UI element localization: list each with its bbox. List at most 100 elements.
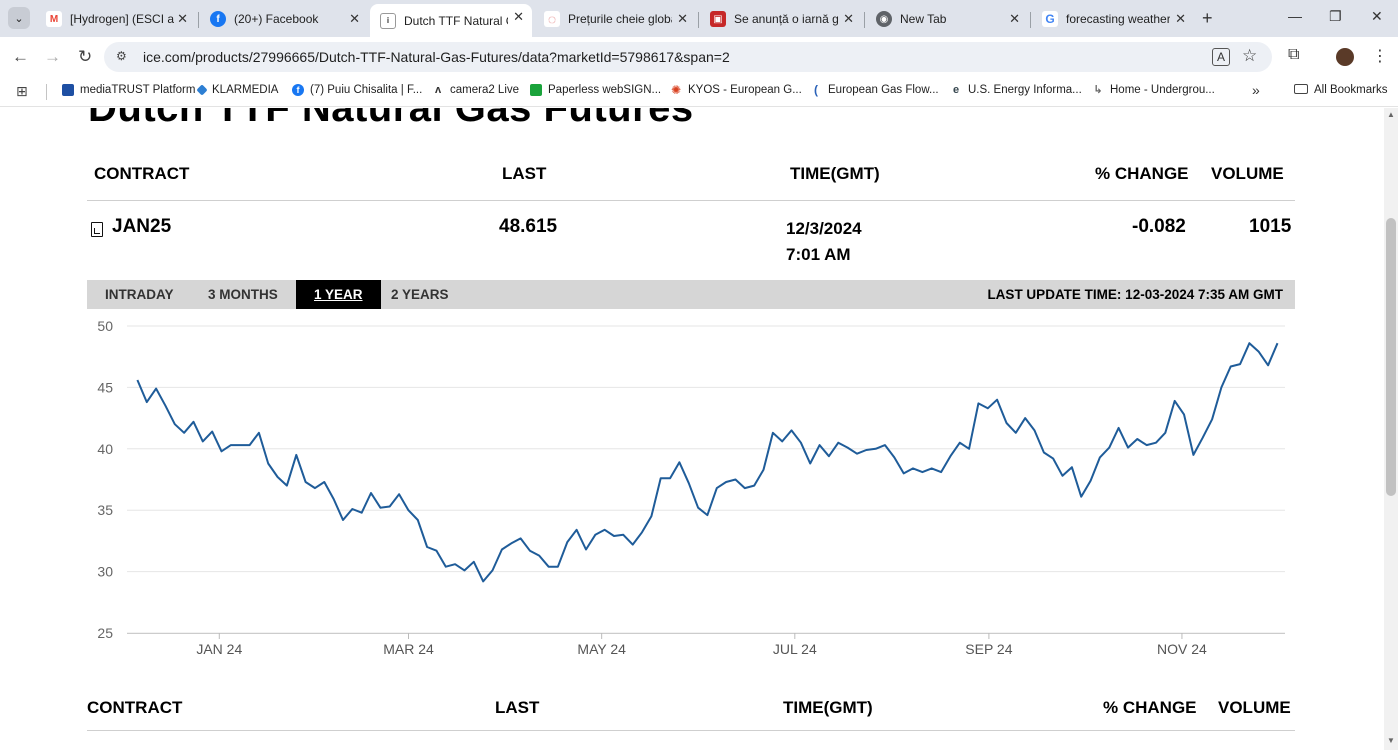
websign-icon [530,84,542,96]
price-series-line[interactable] [136,342,1279,583]
mediatrust-icon [62,84,74,96]
close-window-icon[interactable]: ✕ [1371,8,1383,25]
close-icon[interactable]: ✕ [677,11,688,27]
news-icon: ▣ [710,11,726,27]
address-bar[interactable]: ⚙ ice.com/products/27996665/Dutch-TTF-Na… [104,42,1272,72]
bookmark-star-icon[interactable]: ☆ [1242,46,1257,66]
scroll-up-icon[interactable]: ▲ [1387,110,1395,119]
trade-date: 12/3/2024 [786,219,862,238]
bookmark-underground[interactable]: ↳ Home - Undergrou... [1092,84,1214,96]
table-row[interactable]: JAN25 48.615 12/3/2024 7:01 AM -0.082 10… [87,200,1295,280]
document-chart-icon[interactable] [91,222,103,237]
bookmark-mediatrust[interactable]: mediaTRUST Platform [62,84,195,96]
all-bookmarks-button[interactable]: All Bookmarks [1294,84,1388,96]
underground-icon: ↳ [1093,84,1103,96]
gas-flow-icon: ( [814,83,818,97]
table-header-bottom: CONTRACT LAST TIME(GMT) % CHANGE VOLUME [87,680,1295,732]
col-volume: VOLUME [1218,698,1291,717]
tab-facebook[interactable]: f (20+) Facebook ✕ [200,6,368,32]
extensions-icon[interactable]: ⧉ [1288,46,1299,64]
contract-name[interactable]: JAN25 [112,216,171,238]
tab-dutch-ttf[interactable]: i Dutch TTF Natural G ✕ [370,4,532,37]
page-content: Dutch TTF Natural Gas Futures CONTRACT L… [0,108,1384,750]
tab-forecasting[interactable]: G forecasting weather ✕ [1032,6,1194,32]
percent-change: -0.082 [1132,216,1186,237]
tab-title: Se anunță o iarnă gre [734,12,838,26]
apps-grid-icon[interactable]: ⊞ [16,83,28,100]
range-intraday[interactable]: INTRADAY [87,280,192,309]
tab-gmail[interactable]: M [Hydrogen] (ESCI and ✕ [36,6,196,32]
page-scrollbar[interactable]: ▲ ▼ [1384,108,1398,750]
bookmark-eia[interactable]: e U.S. Energy Informa... [950,84,1082,96]
kebab-menu-icon[interactable]: ⋮ [1372,46,1388,66]
google-icon: G [1042,11,1058,27]
restore-icon[interactable]: ❐ [1329,8,1342,25]
eia-icon: e [952,84,960,96]
ice-icon: i [380,12,396,29]
scrollbar-thumb[interactable] [1386,218,1396,496]
tab-preturile[interactable]: ◌ Prețurile cheie globa ✕ [534,6,696,32]
kyos-icon: ✺ [670,83,682,97]
trade-clock: 7:01 AM [786,245,851,264]
col-contract: CONTRACT [94,164,190,183]
back-icon[interactable]: ← [12,47,29,67]
close-icon[interactable]: ✕ [1009,11,1020,27]
col-time: TIME(GMT) [790,164,880,183]
translate-icon[interactable]: A [1212,48,1230,66]
tab-title: (20+) Facebook [234,12,319,26]
y-tick-label: 40 [97,441,113,457]
tab-title: [Hydrogen] (ESCI and [70,12,174,26]
bookmark-paperless-websign[interactable]: Paperless webSIGN... [530,84,661,96]
tab-title: New Tab [900,12,947,26]
volume-value: 1015 [1249,216,1292,237]
range-2-years[interactable]: 2 YEARS [373,280,467,309]
tab-title: Dutch TTF Natural G [404,13,508,28]
minimize-icon[interactable]: — [1288,8,1302,24]
y-tick-label: 45 [97,379,113,395]
tab-new-tab[interactable]: ◉ New Tab ✕ [866,6,1028,32]
gmail-icon: M [46,11,62,27]
tab-search-button[interactable]: ⌄ [8,7,30,29]
new-tab-button[interactable]: + [1202,8,1213,29]
col-volume: VOLUME [1211,164,1284,183]
price-chart[interactable]: 25 30 35 40 45 50 JAN 24 MAR 24 MAY 24 JUL 24 SEP … [87,313,1297,673]
range-3-months[interactable]: 3 MONTHS [190,280,296,309]
col-last: LAST [502,164,547,183]
reload-icon[interactable]: ↻ [78,47,92,67]
x-tick-label: JAN 24 [196,641,242,657]
range-selector: INTRADAY 3 MONTHS 1 YEAR 2 YEARS LAST UP… [87,280,1295,309]
bookmark-klarmedia[interactable]: KLARMEDIA [196,84,278,96]
col-change: % CHANGE [1095,164,1189,183]
tab-title: forecasting weather [1066,12,1170,26]
forward-icon[interactable]: → [44,47,61,67]
facebook-icon: f [292,84,304,96]
avatar[interactable] [1336,48,1354,66]
scroll-down-icon[interactable]: ▼ [1387,736,1395,745]
site-settings-icon[interactable]: ⚙ [116,49,127,63]
close-icon[interactable]: ✕ [177,11,188,27]
trade-time: 12/3/2024 7:01 AM [786,216,862,268]
x-tick-label: NOV 24 [1157,641,1207,657]
close-icon[interactable]: ✕ [349,11,360,27]
close-icon[interactable]: ✕ [513,9,524,25]
more-bookmarks-icon[interactable]: » [1252,82,1260,98]
bookmark-kyos[interactable]: ✺ KYOS - European G... [670,84,802,96]
page-title: Dutch TTF Natural Gas Futures [88,108,694,130]
url-text[interactable]: ice.com/products/27996665/Dutch-TTF-Natu… [143,49,730,65]
price-chart-svg: 25 30 35 40 45 50 JAN 24 MAR 24 MAY 24 JUL 24 SEP … [97,318,1285,657]
close-icon[interactable]: ✕ [1175,11,1186,27]
camera2-icon: ʌ [434,84,442,96]
browser-toolbar: ← → ↻ ⚙ ice.com/products/27996665/Dutch-… [0,37,1398,77]
tab-iarna[interactable]: ▣ Se anunță o iarnă gre ✕ [700,6,862,32]
bookmark-european-gas-flow[interactable]: (European Gas Flow... [810,84,939,96]
chevron-down-icon: ⌄ [14,12,24,25]
chrome-icon: ◉ [876,11,892,27]
col-change: % CHANGE [1103,698,1197,717]
close-icon[interactable]: ✕ [843,11,854,27]
bookmark-puiu-chisalita[interactable]: f (7) Puiu Chisalita | F... [292,84,422,96]
range-1-year[interactable]: 1 YEAR [296,280,381,309]
bookmark-camera2[interactable]: ʌ camera2 Live [432,84,519,96]
y-tick-label: 35 [97,502,113,518]
last-update-time: LAST UPDATE TIME: 12-03-2024 7:35 AM GMT [987,287,1283,302]
y-tick-label: 30 [97,564,113,580]
